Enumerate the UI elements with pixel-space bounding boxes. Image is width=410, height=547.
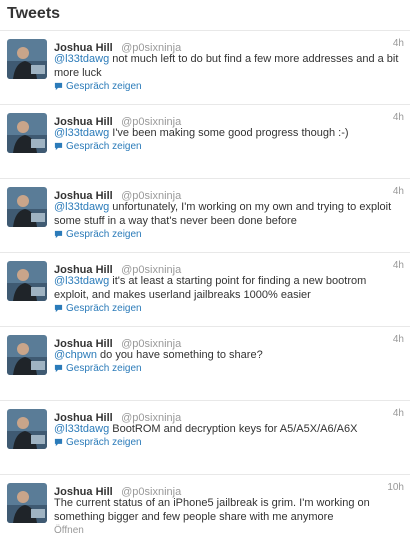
speech-bubble-icon [54, 438, 63, 447]
mention-link[interactable]: @l33tdawg [54, 423, 109, 435]
show-conversation-label: Gespräch zeigen [66, 437, 142, 448]
speech-bubble-icon [54, 304, 63, 313]
avatar[interactable] [7, 187, 47, 227]
tweet-timestamp[interactable]: 10h [387, 482, 404, 493]
tweet-item[interactable]: Joshua Hill @p0sixninja 4h @l33tdawg unf… [0, 179, 410, 253]
speech-bubble-icon [54, 230, 63, 239]
show-conversation-link[interactable]: Gespräch zeigen [54, 363, 142, 374]
avatar[interactable] [7, 39, 47, 79]
tweet-item[interactable]: Joshua Hill @p0sixninja 4h @l33tdawg it'… [0, 253, 410, 327]
tweet-text: @l33tdawg unfortunately, I'm working on … [54, 200, 400, 228]
tweet-text: @l33tdawg I've been making some good pro… [54, 126, 400, 140]
mention-link[interactable]: @l33tdawg [54, 53, 109, 65]
tweet-timestamp[interactable]: 4h [393, 334, 404, 345]
show-conversation-link[interactable]: Gespräch zeigen [54, 229, 142, 240]
speech-bubble-icon [54, 142, 63, 151]
tweet-body: do you have something to share? [96, 349, 263, 361]
tweet-timestamp[interactable]: 4h [393, 260, 404, 271]
avatar[interactable] [7, 335, 47, 375]
timeline-header: Tweets [0, 0, 410, 31]
tweet-meta: Joshua Hill @p0sixninja 10h [54, 482, 404, 498]
mention-link[interactable]: @l33tdawg [54, 275, 109, 287]
tweet-body: The current status of an iPhone5 jailbre… [54, 497, 370, 523]
avatar[interactable] [7, 483, 47, 523]
show-conversation-link[interactable]: Gespräch zeigen [54, 303, 142, 314]
tweet-timestamp[interactable]: 4h [393, 112, 404, 123]
tweet-text: @l33tdawg BootROM and decryption keys fo… [54, 422, 400, 436]
tweet-meta: Joshua Hill @p0sixninja 4h [54, 334, 404, 350]
avatar[interactable] [7, 113, 47, 153]
tweet-item[interactable]: Joshua Hill @p0sixninja 10h The current … [0, 475, 410, 547]
tweet-text: @l33tdawg it's at least a starting point… [54, 274, 400, 302]
tweet-body: I've been making some good progress thou… [109, 127, 349, 139]
tweet-body: BootROM and decryption keys for A5/A5X/A… [109, 423, 358, 435]
speech-bubble-icon [54, 82, 63, 91]
tweet-item[interactable]: Joshua Hill @p0sixninja 4h @chpwn do you… [0, 327, 410, 401]
open-tweet-link[interactable]: Öffnen [54, 525, 84, 536]
tweet-item[interactable]: Joshua Hill @p0sixninja 4h @l33tdawg Boo… [0, 401, 410, 475]
avatar[interactable] [7, 409, 47, 449]
tweet-timestamp[interactable]: 4h [393, 408, 404, 419]
show-conversation-link[interactable]: Gespräch zeigen [54, 141, 142, 152]
speech-bubble-icon [54, 364, 63, 373]
tweet-timestamp[interactable]: 4h [393, 38, 404, 49]
show-conversation-label: Gespräch zeigen [66, 303, 142, 314]
show-conversation-link[interactable]: Gespräch zeigen [54, 81, 142, 92]
mention-link[interactable]: @l33tdawg [54, 201, 109, 213]
mention-link[interactable]: @l33tdawg [54, 127, 109, 139]
avatar[interactable] [7, 261, 47, 301]
tweet-text: @chpwn do you have something to share? [54, 348, 400, 362]
tweet-item[interactable]: Joshua Hill @p0sixninja 4h @l33tdawg I'v… [0, 105, 410, 179]
tweet-meta: Joshua Hill @p0sixninja 4h [54, 112, 404, 128]
tweet-timestamp[interactable]: 4h [393, 186, 404, 197]
show-conversation-label: Gespräch zeigen [66, 363, 142, 374]
tweet-meta: Joshua Hill @p0sixninja 4h [54, 408, 404, 424]
tweet-meta: Joshua Hill @p0sixninja 4h [54, 260, 404, 276]
tweet-text: @l33tdawg not much left to do but find a… [54, 52, 400, 80]
tweet-meta: Joshua Hill @p0sixninja 4h [54, 186, 404, 202]
show-conversation-label: Gespräch zeigen [66, 141, 142, 152]
tweet-meta: Joshua Hill @p0sixninja 4h [54, 38, 404, 54]
tweet-text: The current status of an iPhone5 jailbre… [54, 496, 400, 524]
show-conversation-label: Gespräch zeigen [66, 229, 142, 240]
show-conversation-label: Gespräch zeigen [66, 81, 142, 92]
show-conversation-link[interactable]: Gespräch zeigen [54, 437, 142, 448]
open-tweet-label: Öffnen [54, 525, 84, 536]
tweet-item[interactable]: Joshua Hill @p0sixninja 4h @l33tdawg not… [0, 31, 410, 105]
timeline-title: Tweets [7, 5, 61, 22]
mention-link[interactable]: @chpwn [54, 349, 97, 361]
